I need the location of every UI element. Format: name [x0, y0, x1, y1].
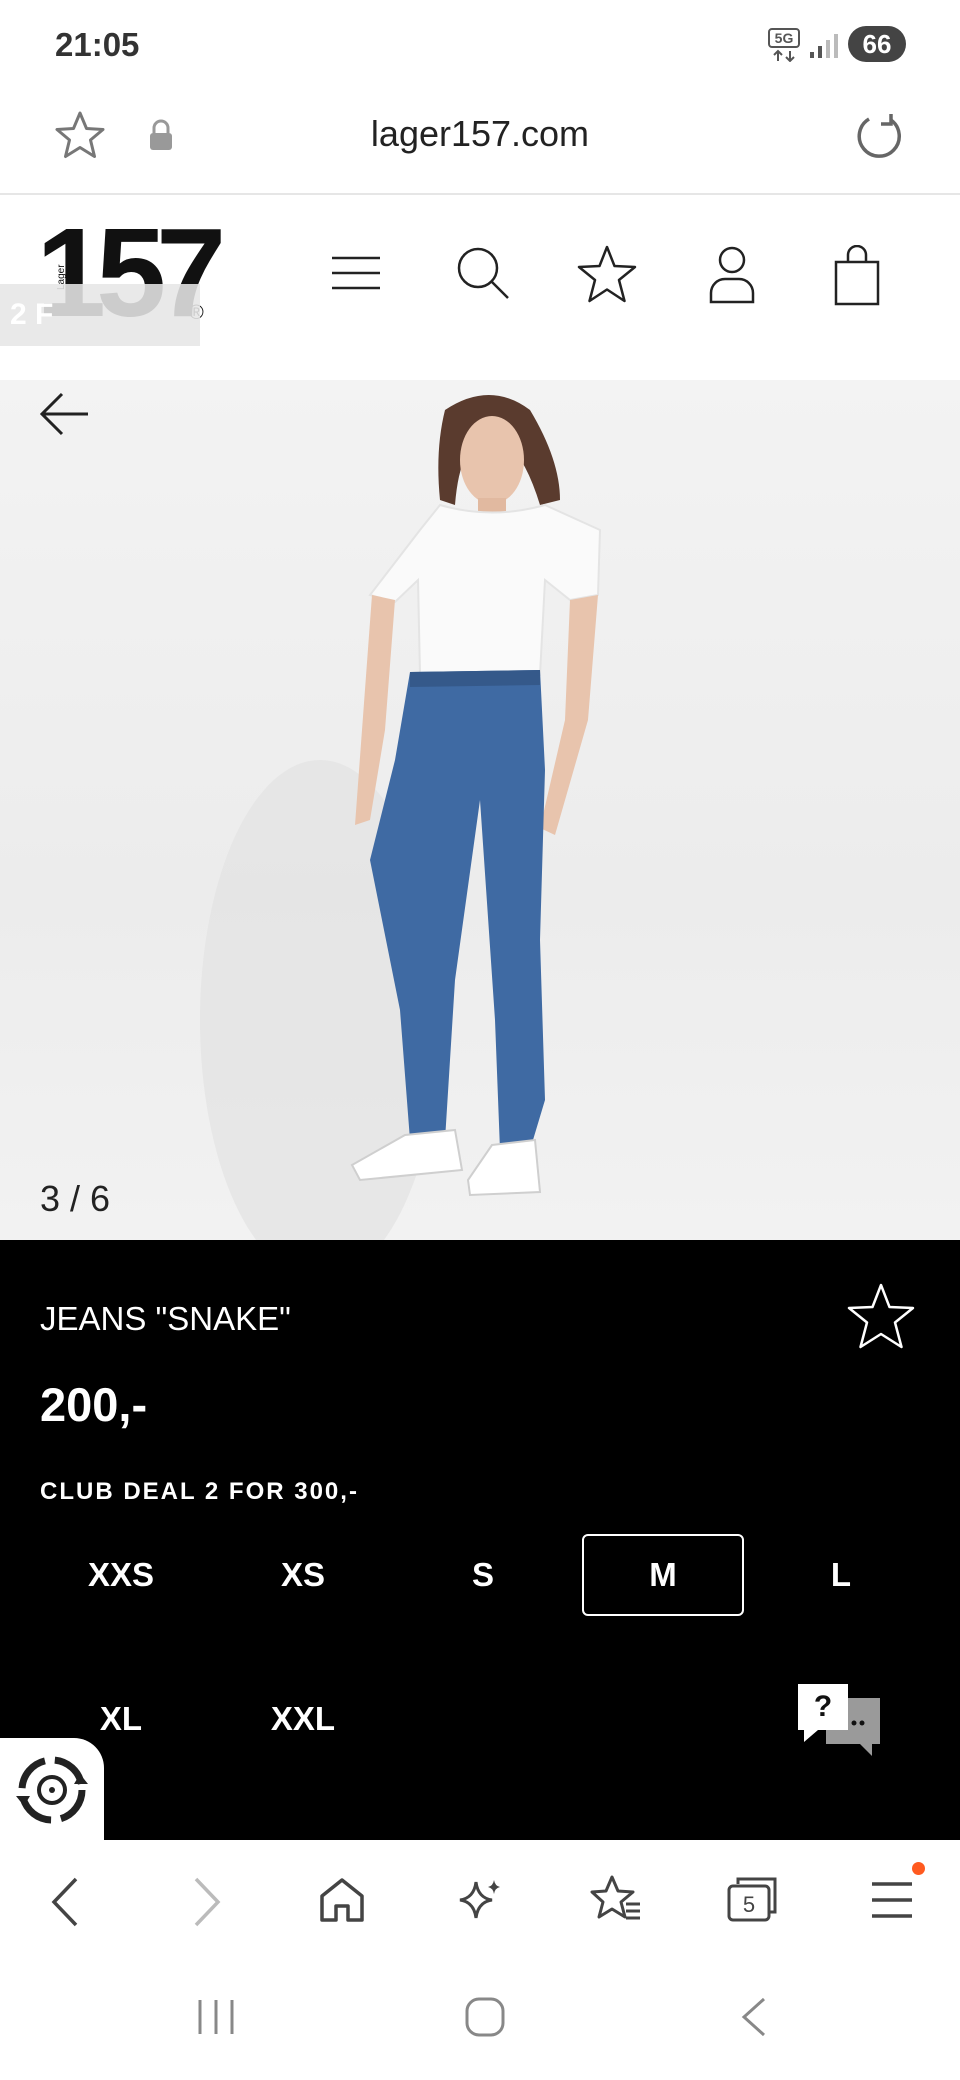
- wishlist-star-icon[interactable]: [575, 244, 639, 306]
- search-icon[interactable]: [455, 245, 511, 301]
- promo-banner[interactable]: 2 F: [0, 284, 200, 346]
- status-time: 21:05: [55, 26, 140, 63]
- product-photo-illustration: [200, 395, 602, 1240]
- lock-icon[interactable]: [148, 119, 174, 151]
- network-5g-icon: 5G: [768, 28, 804, 62]
- product-price: 200,-: [40, 1378, 148, 1431]
- battery-indicator: 66: [848, 26, 906, 62]
- favorite-star-icon[interactable]: [845, 1282, 917, 1352]
- forward-icon[interactable]: [190, 1876, 224, 1928]
- size-option-xxs[interactable]: XXS: [40, 1534, 202, 1616]
- tabs-count: 5: [743, 1892, 755, 1917]
- product-name: JEANS "SNAKE": [40, 1300, 291, 1337]
- network-label: 5G: [775, 30, 794, 46]
- image-counter: 3 / 6: [40, 1178, 111, 1219]
- bookmarks-icon[interactable]: [590, 1874, 642, 1924]
- size-option-m[interactable]: M: [582, 1534, 744, 1616]
- reload-icon[interactable]: [853, 110, 905, 162]
- bookmark-star-icon[interactable]: [52, 110, 108, 162]
- tabs-icon[interactable]: 5: [726, 1876, 778, 1922]
- size-option-s[interactable]: S: [402, 1534, 564, 1616]
- chat-help-label: ?: [814, 1690, 832, 1723]
- ai-sparkle-icon[interactable]: [456, 1876, 504, 1924]
- menu-icon[interactable]: [330, 255, 382, 291]
- home-button-icon[interactable]: [464, 1996, 506, 2038]
- back-arrow-icon[interactable]: [38, 390, 90, 438]
- chat-help-icon[interactable]: ?: [796, 1682, 882, 1758]
- back-icon[interactable]: [48, 1876, 82, 1928]
- system-back-icon[interactable]: [738, 1996, 768, 2038]
- shopping-bag-icon[interactable]: [833, 245, 881, 307]
- club-deal-text: CLUB DEAL 2 FOR 300,-: [40, 1478, 359, 1505]
- sustainability-widget[interactable]: [0, 1738, 104, 1842]
- size-option-xxl[interactable]: XXL: [222, 1678, 384, 1760]
- home-icon[interactable]: [318, 1876, 366, 1924]
- recent-apps-icon[interactable]: [196, 1998, 236, 2036]
- size-option-xs[interactable]: XS: [222, 1534, 384, 1616]
- recycle-icon: [16, 1756, 88, 1824]
- notification-dot: [912, 1862, 925, 1875]
- size-option-l[interactable]: L: [760, 1534, 922, 1616]
- browser-menu-icon[interactable]: [870, 1880, 914, 1920]
- account-icon[interactable]: [708, 245, 756, 305]
- product-image[interactable]: [0, 380, 960, 1240]
- signal-icon: [808, 32, 838, 60]
- url-text[interactable]: lager157.com: [280, 113, 680, 155]
